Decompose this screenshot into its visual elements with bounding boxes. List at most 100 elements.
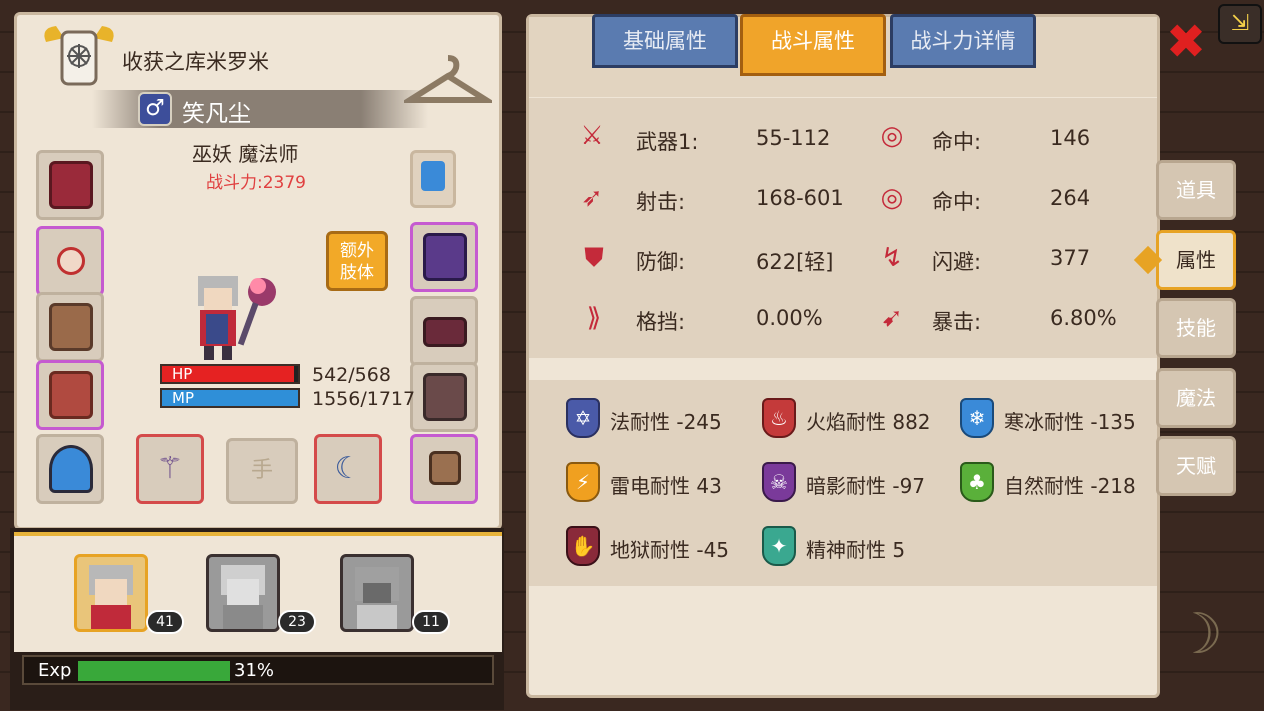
slot-head[interactable] [36, 150, 104, 220]
bow-icon: ➶ [581, 183, 603, 213]
stat-value: 146 [1050, 126, 1091, 150]
critical-icon: ➹ [881, 303, 903, 333]
resistance-text: 火焰耐性 882 [806, 410, 931, 434]
slot-offhand[interactable] [36, 434, 104, 504]
combat-power: 战斗力:2379 [206, 173, 306, 193]
crystal-icon [49, 445, 93, 493]
stat-value: 622[轻] [756, 250, 834, 274]
shield-icon: ⛊ [584, 243, 604, 273]
cloak-icon [49, 303, 93, 351]
resistance-text: 地狱耐性 -45 [610, 538, 730, 562]
ice-resistance-icon: ❄ [960, 398, 994, 438]
hp-value: 542/568 [312, 364, 391, 386]
guild-name: 收获之库米罗米 [122, 50, 269, 74]
stat-label: 武器1: [636, 130, 699, 154]
bow-weapon-icon: ☾ [334, 451, 362, 486]
stat-value: 168-601 [756, 186, 844, 210]
resistance-text: 暗影耐性 -97 [806, 474, 926, 498]
party-level-badge: 23 [278, 610, 316, 634]
side-tab-talents[interactable]: 天赋 [1156, 436, 1236, 496]
stat-label: 暴击: [932, 310, 982, 334]
stat-value: 377 [1050, 246, 1091, 270]
block-icon: ⟫ [586, 303, 602, 333]
party-member-1[interactable] [74, 554, 148, 632]
mp-label: MP [172, 389, 194, 407]
party-level-badge: 41 [146, 610, 184, 634]
resistance-text: 法耐性 -245 [610, 410, 722, 434]
guild-crest-icon [44, 26, 114, 86]
stat-value: 264 [1050, 186, 1091, 210]
amulet-icon [57, 247, 85, 275]
character-portrait-icon [221, 565, 265, 629]
player-name: 笑凡尘 [182, 101, 251, 127]
side-tab-items[interactable]: 道具 [1156, 160, 1236, 220]
exp-label: Exp [38, 660, 72, 681]
stat-label: 格挡: [636, 310, 686, 334]
stat-value: 0.00% [756, 306, 823, 330]
stat-value: 6.80% [1050, 306, 1117, 330]
slot-ring[interactable] [410, 434, 478, 504]
tab-power-details[interactable]: 战斗力详情 [890, 14, 1036, 68]
resistance-text: 寒冰耐性 -135 [1004, 410, 1136, 434]
slot-weapon-ranged[interactable]: ☾ [314, 434, 382, 504]
fire-resistance-icon: ♨ [762, 398, 796, 438]
dodge-icon: ↯ [881, 243, 903, 273]
hp-label: HP [172, 365, 193, 383]
side-tab-magic[interactable]: 魔法 [1156, 368, 1236, 428]
armor-icon [49, 371, 93, 419]
resistance-text: 自然耐性 -218 [1004, 474, 1136, 498]
spirit-resistance-icon: ✦ [762, 526, 796, 566]
stat-value: 55-112 [756, 126, 831, 150]
slot-boots[interactable] [410, 362, 478, 432]
party-member-3[interactable] [340, 554, 414, 632]
slot-extra-small[interactable] [410, 150, 456, 208]
hand-slot-label: 手 [250, 458, 273, 483]
belt-icon [423, 317, 467, 347]
ring-icon [429, 451, 461, 485]
tab-basic-attributes[interactable]: 基础属性 [592, 14, 738, 68]
player-class: 巫妖 魔法师 [192, 142, 299, 166]
side-tab-skills[interactable]: 技能 [1156, 298, 1236, 358]
holy-resistance-icon: ✡ [566, 398, 600, 438]
exit-icon[interactable]: ⇲ [1218, 4, 1262, 44]
party-member-2[interactable] [206, 554, 280, 632]
slot-armor[interactable] [36, 360, 104, 430]
hell-resistance-icon: ✋ [566, 526, 600, 566]
sword-icon: ⚔ [580, 121, 604, 151]
character-portrait-icon [89, 565, 133, 629]
exp-fill [78, 661, 230, 681]
mp-value: 1556/1717 [312, 388, 416, 410]
stat-label: 命中: [932, 130, 982, 154]
slot-weapon-main[interactable]: ⚚ [136, 434, 204, 504]
exp-bar: Exp 31% [22, 655, 494, 685]
claw-icon [421, 161, 445, 191]
exp-percent: 31% [234, 660, 275, 681]
character-portrait-icon [355, 567, 399, 629]
slot-gloves[interactable] [410, 222, 478, 292]
mp-bar: MP [160, 388, 300, 408]
target-icon: ◎ [880, 183, 904, 213]
mace-icon: ⚚ [156, 451, 184, 486]
shadow-resistance-icon: ☠ [762, 462, 796, 502]
hp-bar: HP [160, 364, 300, 384]
helmet-icon [49, 161, 93, 209]
party-level-badge: 11 [412, 610, 450, 634]
stat-label: 闪避: [932, 250, 982, 274]
slot-cloak[interactable] [36, 292, 104, 362]
lightning-resistance-icon: ⚡ [566, 462, 600, 502]
close-icon[interactable]: ✖ [1162, 18, 1210, 68]
resistance-text: 雷电耐性 43 [610, 474, 722, 498]
slot-belt[interactable] [410, 296, 478, 366]
side-tab-attributes[interactable]: 属性 [1156, 230, 1236, 290]
gauntlet-icon [423, 233, 467, 281]
stat-label: 命中: [932, 190, 982, 214]
slot-hand[interactable]: 手 [226, 438, 298, 504]
slot-necklace[interactable] [36, 226, 104, 296]
resistance-text: 精神耐性 5 [806, 538, 906, 562]
tab-combat-attributes[interactable]: 战斗属性 [740, 14, 886, 76]
stat-label: 防御: [636, 250, 686, 274]
nature-resistance-icon: ♣ [960, 462, 994, 502]
extra-limb-button[interactable]: 额外 肢体 [326, 231, 388, 291]
gender-male-icon: ♂ [138, 92, 172, 126]
bow-quickslot-icon[interactable]: ☽ [1172, 600, 1224, 676]
